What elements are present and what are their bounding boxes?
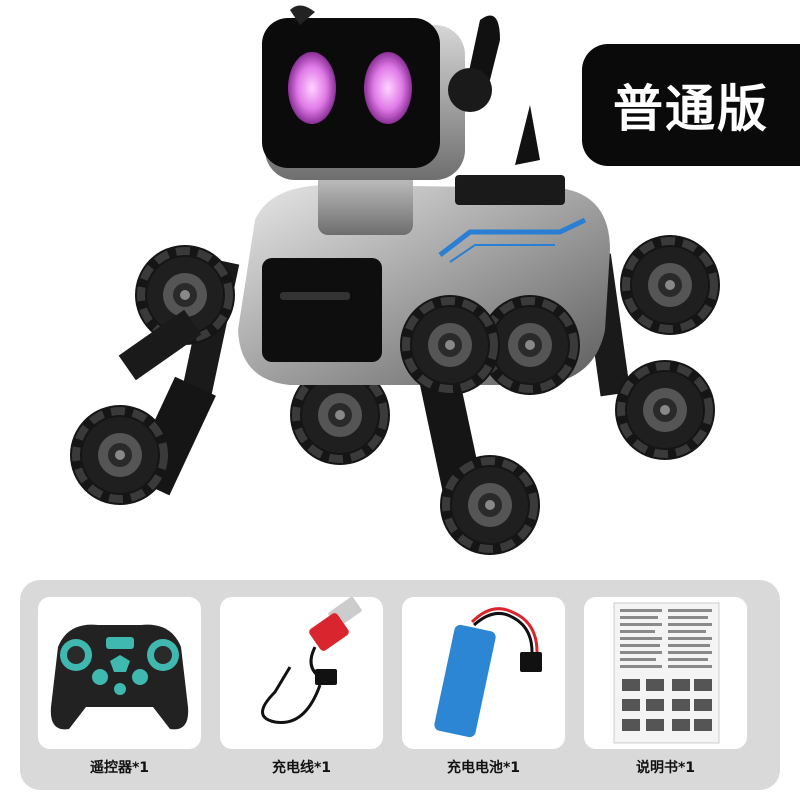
accessory-card-cable <box>220 597 383 749</box>
accessory-caption-manual: 说明书*1 <box>635 760 696 776</box>
accessory-caption-remote: 遥控器*1 <box>89 760 150 776</box>
usb-cable-icon <box>261 597 362 725</box>
version-badge-label: 普通版 <box>613 80 769 138</box>
version-badge: 普通版 <box>582 44 800 166</box>
accessory-caption-cable: 充电线*1 <box>271 760 332 776</box>
accessory-card-battery <box>402 597 565 749</box>
manual-icon <box>613 602 720 744</box>
battery-icon <box>434 607 542 738</box>
accessory-card-manual <box>584 597 747 749</box>
remote-controller-icon <box>50 624 189 730</box>
accessory-card-remote <box>38 597 201 749</box>
accessory-caption-battery: 充电电池*1 <box>446 760 521 776</box>
product-image: 普通版 遥控器*1 充电线*1 充电电池*1 说明书*1 <box>0 0 800 800</box>
